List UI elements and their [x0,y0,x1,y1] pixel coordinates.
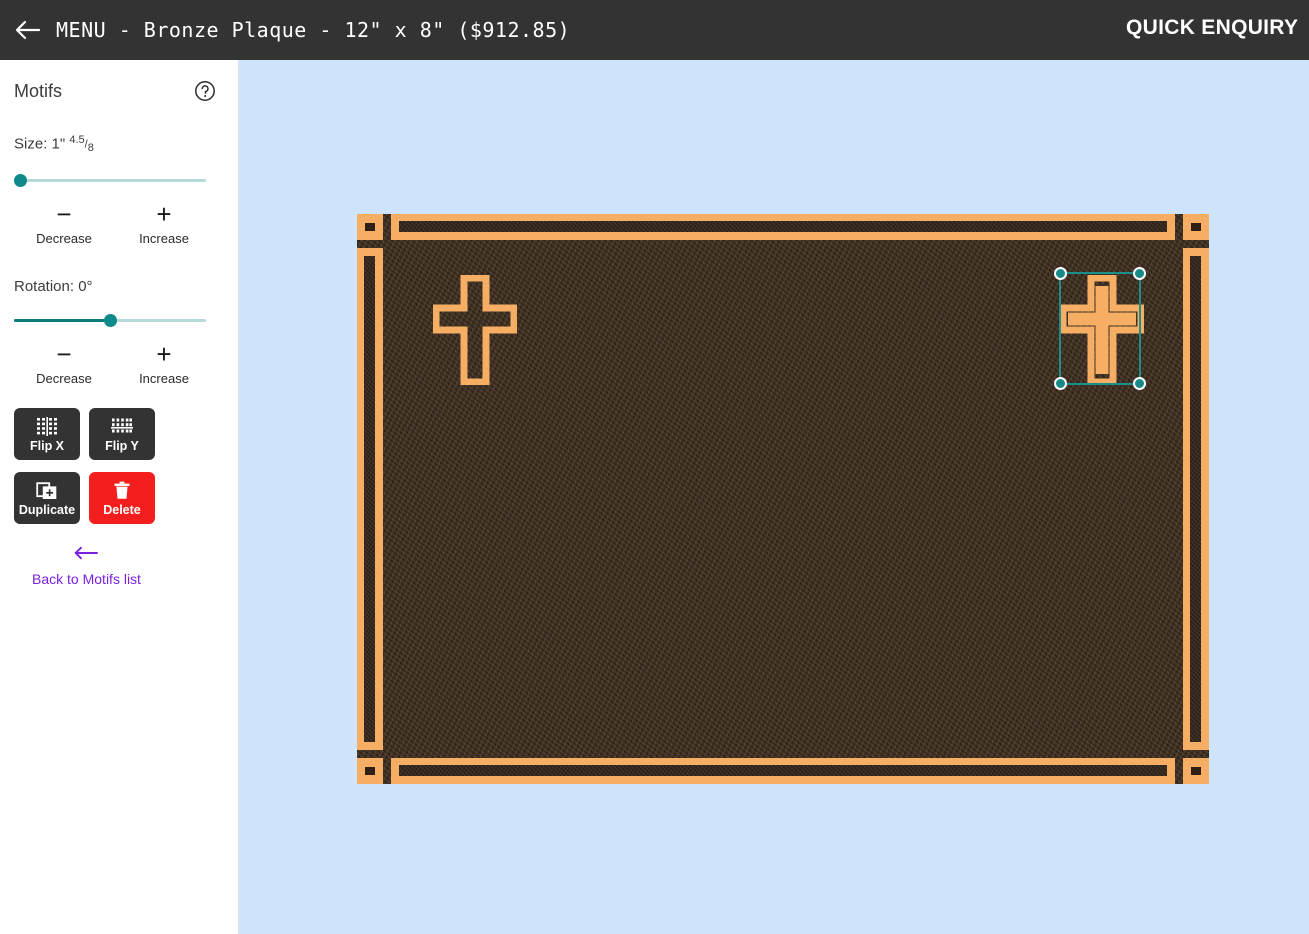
rotation-increase-button[interactable]: + Increase [114,339,214,387]
resize-handle-bottom-left[interactable] [1054,377,1067,390]
minus-icon: − [56,339,72,370]
back-arrow-icon[interactable] [0,0,56,60]
delete-button[interactable]: Delete [89,472,155,525]
size-fraction: 4.5/8 [69,134,94,154]
flip-vertical-icon [111,416,133,438]
plaque-corner-bottom-left [357,758,383,784]
selection-box [1054,267,1146,390]
trash-icon [112,480,132,502]
app-header: MENU - Bronze Plaque - 12" x 8" ($912.85… [0,0,1309,60]
minus-icon: − [56,198,72,229]
size-label-prefix: Size: 1" [14,135,66,153]
flip-y-button[interactable]: Flip Y [89,408,155,461]
plus-icon: + [156,339,172,370]
back-to-motifs-link[interactable]: Back to Motifs list [14,546,159,587]
panel-title: Motifs [14,80,63,101]
back-to-motifs-label: Back to Motifs list [32,571,141,588]
duplicate-label: Duplicate [18,502,76,517]
plaque-border-right-inlay [1190,256,1201,742]
quick-enquiry-button[interactable]: QUICK ENQUIRY [1126,16,1298,40]
size-fraction-numerator: 4.5 [69,134,85,146]
size-stepper: − Decrease + Increase [14,198,214,246]
flip-x-label: Flip X [29,438,65,453]
plaque-border-left-inlay [364,256,375,742]
delete-label: Delete [103,502,141,517]
rotation-stepper: − Decrease + Increase [14,339,214,387]
plaque-corner-bottom-right [1183,758,1209,784]
size-slider[interactable] [14,173,206,189]
size-increase-label: Increase [139,230,189,246]
plaque-corner-top-right [1183,214,1209,240]
cross-motif[interactable] [432,274,518,386]
size-decrease-label: Decrease [36,230,92,246]
size-slider-thumb[interactable] [14,173,27,187]
resize-handle-bottom-right[interactable] [1133,377,1146,390]
panel-header: Motifs [14,60,224,102]
rotation-decrease-label: Decrease [36,371,92,387]
size-fraction-denominator: 8 [87,141,94,154]
flip-button-row: Flip X Flip Y [14,408,224,461]
duplicate-icon [36,480,58,502]
plaque-border-bottom-inlay [399,765,1167,776]
arrow-left-icon [14,546,159,565]
duplicate-button[interactable]: Duplicate [14,472,80,525]
question-circle-icon[interactable] [194,80,216,102]
rotation-slider-fill [14,319,110,323]
size-increase-button[interactable]: + Increase [114,198,214,246]
flip-x-button[interactable]: Flip X [14,408,80,461]
rotation-decrease-button[interactable]: − Decrease [14,339,114,387]
motifs-panel: Motifs Size: 1" 4.5/8 − Decrease + Incre… [0,60,239,934]
rotation-increase-label: Increase [139,371,189,387]
size-slider-track [14,178,206,182]
design-canvas[interactable] [239,60,1309,934]
page-title: MENU - Bronze Plaque - 12" x 8" ($912.85… [56,18,571,42]
size-label: Size: 1" 4.5/8 [14,134,224,155]
plaque-corner-top-left [357,214,383,240]
plaque-border-top-inlay [399,221,1167,232]
plus-icon: + [156,198,172,229]
resize-handle-top-right[interactable] [1133,267,1146,280]
plaque-preview[interactable] [357,214,1209,784]
flip-horizontal-icon [36,416,58,438]
rotation-slider[interactable] [14,313,206,329]
size-decrease-button[interactable]: − Decrease [14,198,114,246]
rotation-slider-thumb[interactable] [103,314,117,328]
duplicate-delete-row: Duplicate Delete [14,472,224,525]
resize-handle-top-left[interactable] [1054,267,1067,280]
rotation-label: Rotation: 0° [14,277,93,295]
flip-y-label: Flip Y [105,438,139,453]
